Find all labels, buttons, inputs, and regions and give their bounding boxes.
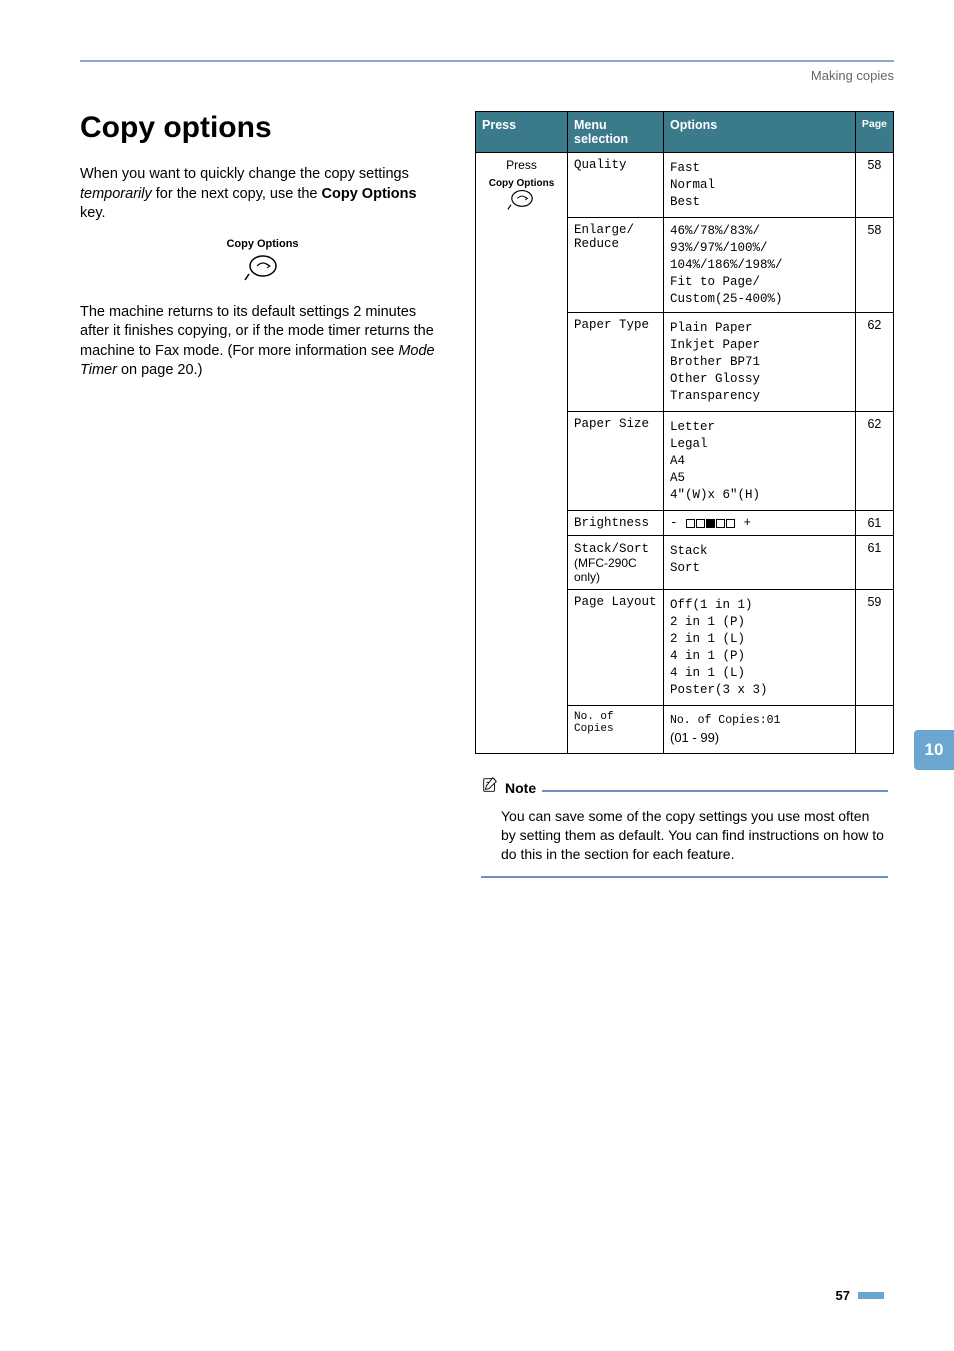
th-options: Options <box>664 112 856 153</box>
opt-transp: Transparency <box>670 389 849 403</box>
copy-options-icon <box>80 254 445 287</box>
menu-stacksort: Stack/Sort (MFC-290C only) <box>568 536 664 590</box>
page-footer: 57 <box>836 1288 884 1303</box>
opt-a4: A4 <box>670 454 849 468</box>
opt-off: Off(1 in 1) <box>670 598 849 612</box>
opt-a5: A5 <box>670 471 849 485</box>
opt-4in1p: 4 in 1 (P) <box>670 649 849 663</box>
note-rule-icon <box>542 790 888 792</box>
copy-options-label: Copy Options <box>80 238 445 250</box>
p1-d: Copy Options <box>322 186 417 202</box>
menu-stacksort-main: Stack/Sort <box>574 542 649 556</box>
p1-b: temporarily <box>80 186 152 202</box>
opt-poster: Poster(3 x 3) <box>670 683 849 697</box>
options-table: Press Menu selection Options Page Press … <box>475 111 894 754</box>
opts-enlarge: 46%/78%/83%/ 93%/97%/100%/ 104%/186%/198… <box>664 218 856 313</box>
opt-legal: Legal <box>670 437 849 451</box>
opts-stacksort: Stack Sort <box>664 536 856 590</box>
th-page: Page <box>855 112 893 153</box>
opt-bp71: Brother BP71 <box>670 355 849 369</box>
opts-papertype: Plain Paper Inkjet Paper Brother BP71 Ot… <box>664 313 856 412</box>
menu-stacksort-extra: (MFC-290C only) <box>574 556 637 584</box>
page-title: Copy options <box>80 111 445 145</box>
header-section: Making copies <box>80 68 894 83</box>
menu-brightness: Brightness <box>568 511 664 536</box>
note-icon <box>481 776 499 799</box>
p2-a: The machine returns to its default setti… <box>80 304 434 359</box>
page-papertype: 62 <box>855 313 893 412</box>
page-stacksort: 61 <box>855 536 893 590</box>
opt-normal: Normal <box>670 178 849 192</box>
th-menu: Menu selection <box>568 112 664 153</box>
press-icon <box>482 189 561 214</box>
opt-4in1l: 4 in 1 (L) <box>670 666 849 680</box>
menu-quality: Quality <box>568 153 664 218</box>
brightness-indicator: - + <box>670 516 751 530</box>
opts-papersize: Letter Legal A4 A5 4"(W)x 6"(H) <box>664 412 856 511</box>
opt-sort: Sort <box>670 561 849 575</box>
opt-2in1l: 2 in 1 (L) <box>670 632 849 646</box>
page-pagelayout: 59 <box>855 590 893 706</box>
opts-quality: Fast Normal Best <box>664 153 856 218</box>
menu-pagelayout: Page Layout <box>568 590 664 706</box>
opt-inkjet: Inkjet Paper <box>670 338 849 352</box>
page-papersize: 62 <box>855 412 893 511</box>
press-label: Press <box>482 158 561 172</box>
page-numcopies <box>855 706 893 754</box>
th-press: Press <box>476 112 568 153</box>
page-brightness: 61 <box>855 511 893 536</box>
opt-stack: Stack <box>670 544 849 558</box>
intro-paragraph-1: When you want to quickly change the copy… <box>80 165 445 224</box>
p2-c: on page 20.) <box>117 362 202 378</box>
press-cell: Press Copy Options <box>476 153 568 754</box>
intro-paragraph-2: The machine returns to its default setti… <box>80 303 445 381</box>
opt-2in1p: 2 in 1 (P) <box>670 615 849 629</box>
opts-brightness: - + <box>664 511 856 536</box>
opt-letter: Letter <box>670 420 849 434</box>
menu-numcopies: No. of Copies <box>568 706 664 754</box>
press-sub-label: Copy Options <box>482 178 561 189</box>
opts-pagelayout: Off(1 in 1) 2 in 1 (P) 2 in 1 (L) 4 in 1… <box>664 590 856 706</box>
opt-numcopies-range: (01 - 99) <box>670 730 849 745</box>
opts-numcopies: No. of Copies:01 (01 - 99) <box>664 706 856 754</box>
opt-fast: Fast <box>670 161 849 175</box>
opt-glossy: Other Glossy <box>670 372 849 386</box>
note-block: Note You can save some of the copy setti… <box>475 772 894 888</box>
note-text: You can save some of the copy settings y… <box>481 801 888 874</box>
menu-papertype: Paper Type <box>568 313 664 412</box>
p1-a: When you want to quickly change the copy… <box>80 166 409 182</box>
chapter-tab: 10 <box>914 730 954 770</box>
p1-c: for the next copy, use the <box>152 186 322 202</box>
page-quality: 58 <box>855 153 893 218</box>
copy-options-figure: Copy Options <box>80 238 445 287</box>
footer-bar-icon <box>858 1292 884 1299</box>
page-number: 57 <box>836 1288 850 1303</box>
opt-best: Best <box>670 195 849 209</box>
menu-papersize: Paper Size <box>568 412 664 511</box>
menu-enlarge: Enlarge/ Reduce <box>568 218 664 313</box>
note-label: Note <box>505 780 536 796</box>
page-enlarge: 58 <box>855 218 893 313</box>
opt-plain: Plain Paper <box>670 321 849 335</box>
opt-numcopies-disp: No. of Copies:01 <box>670 714 849 727</box>
p1-e: key. <box>80 205 106 221</box>
opt-4x6: 4"(W)x 6"(H) <box>670 488 849 502</box>
